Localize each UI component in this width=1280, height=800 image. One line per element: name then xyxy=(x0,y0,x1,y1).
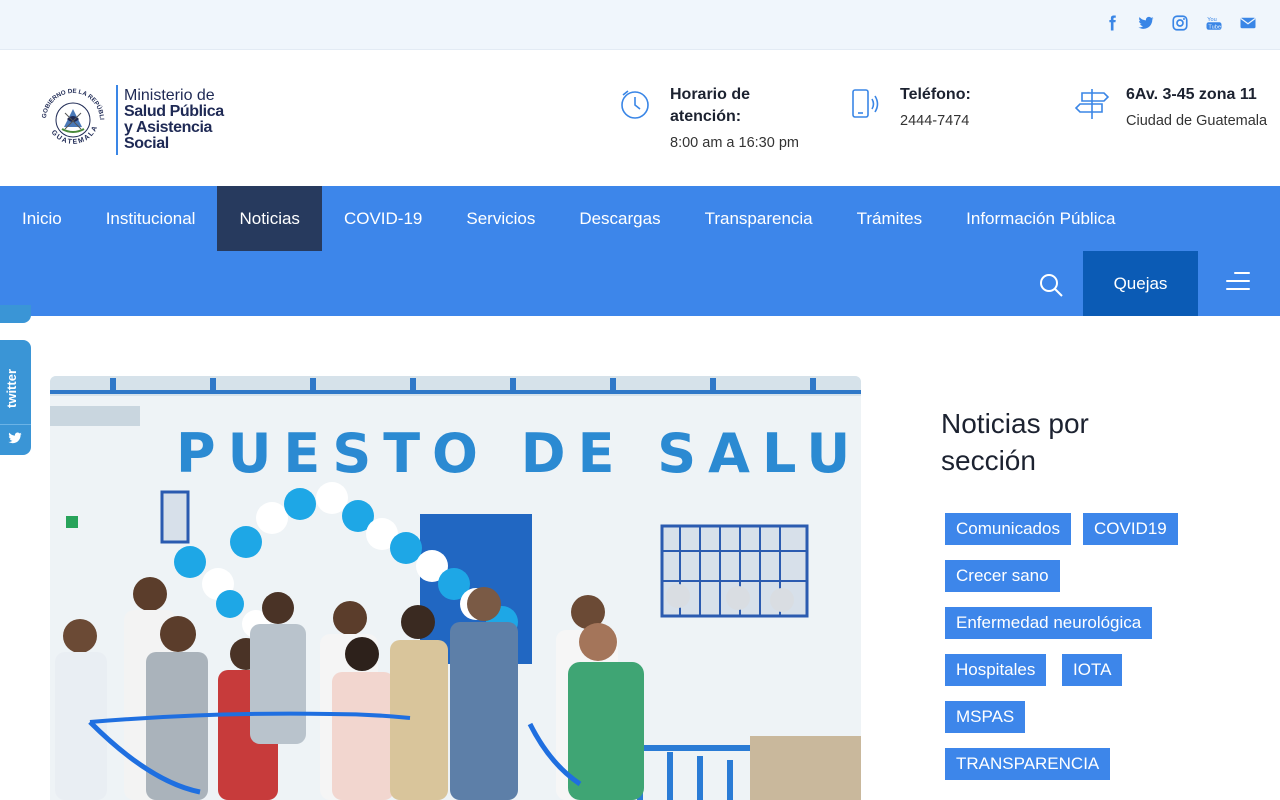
tag-iota[interactable]: IOTA xyxy=(1062,654,1123,686)
search-icon[interactable] xyxy=(1036,270,1066,300)
opening-hours: Horario de atención: 8:00 am a 16:30 pm xyxy=(618,84,799,154)
floating-widget-top[interactable] xyxy=(0,305,31,323)
twitter-bird-icon xyxy=(6,430,24,446)
main-navigation: Inicio Institucional Noticias COVID-19 S… xyxy=(0,186,1280,316)
logo-line-3: y Asistencia xyxy=(124,119,212,136)
hours-title: Horario de atención: xyxy=(670,86,751,125)
nav-tramites[interactable]: Trámites xyxy=(835,186,945,251)
nav-noticias[interactable]: Noticias xyxy=(217,186,322,251)
logo-line-1: Ministerio de xyxy=(124,87,215,104)
nav-institucional[interactable]: Institucional xyxy=(84,186,218,251)
tag-hospitales[interactable]: Hospitales xyxy=(945,654,1047,686)
hamburger-menu-icon[interactable] xyxy=(1226,272,1252,296)
nav-covid-19[interactable]: COVID-19 xyxy=(322,186,444,251)
logo-text: Ministerio de Salud Pública y Asistencia… xyxy=(124,88,224,152)
twitter-side-tab[interactable]: twitter xyxy=(0,340,31,455)
sidebar-title: Noticias por sección xyxy=(941,408,1089,476)
social-links: You Tube xyxy=(1102,12,1258,34)
guatemala-seal-icon: GOBIERNO DE LA REPÚBLICA GUATEMALA xyxy=(34,78,110,157)
address-city: Ciudad de Guatemala xyxy=(1126,113,1268,129)
nav-items: Inicio Institucional Noticias COVID-19 S… xyxy=(0,186,1137,251)
tag-comunicados[interactable]: Comunicados xyxy=(945,513,1071,545)
nav-transparencia[interactable]: Transparencia xyxy=(683,186,835,251)
logo-line-2: Salud Pública xyxy=(124,103,224,120)
tag-transparencia[interactable]: TRANSPARENCIA xyxy=(945,748,1111,780)
twitter-tab-divider xyxy=(0,424,31,425)
site-header: GOBIERNO DE LA REPÚBLICA GUATEMALA Minis… xyxy=(0,51,1280,186)
clock-icon xyxy=(618,86,654,122)
phone-value[interactable]: 2444-7474 xyxy=(900,110,971,132)
logo-divider xyxy=(116,85,118,155)
ministry-logo[interactable]: GOBIERNO DE LA REPÚBLICA GUATEMALA Minis… xyxy=(34,78,224,157)
address-title: 6Av. 3-45 zona 11 xyxy=(1126,86,1257,103)
nav-informacion-publica[interactable]: Información Pública xyxy=(944,186,1137,251)
facebook-icon[interactable] xyxy=(1102,12,1122,34)
phone-icon xyxy=(848,86,884,122)
top-social-bar: You Tube xyxy=(0,0,1280,50)
twitter-tab-label: twitter xyxy=(4,369,19,408)
svg-text:You: You xyxy=(1207,17,1216,23)
nav-descargas[interactable]: Descargas xyxy=(557,186,682,251)
nav-servicios[interactable]: Servicios xyxy=(444,186,557,251)
phone-info: Teléfono: 2444-7474 xyxy=(848,84,971,132)
address-info: 6Av. 3-45 zona 11 Ciudad de Guatemala xyxy=(1074,84,1267,132)
nav-inicio[interactable]: Inicio xyxy=(0,186,84,251)
photo-sign-text: PUESTO DE SALUD xyxy=(176,422,861,485)
tag-crecer-sano[interactable]: Crecer sano xyxy=(945,560,1060,592)
youtube-icon[interactable]: You Tube xyxy=(1204,12,1224,34)
quejas-button[interactable]: Quejas xyxy=(1083,251,1198,316)
phone-title: Teléfono: xyxy=(900,86,971,103)
twitter-icon[interactable] xyxy=(1136,12,1156,34)
signpost-icon xyxy=(1074,86,1110,122)
instagram-icon[interactable] xyxy=(1170,12,1190,34)
hours-value: 8:00 am a 16:30 pm xyxy=(670,135,799,151)
tag-covid19[interactable]: COVID19 xyxy=(1083,513,1178,545)
news-featured-photo[interactable]: PUESTO DE SALUD xyxy=(50,376,861,800)
tag-mspas[interactable]: MSPAS xyxy=(945,701,1026,733)
tag-enfermedad-neurologica[interactable]: Enfermedad neurológica xyxy=(945,607,1153,639)
svg-text:Tube: Tube xyxy=(1208,24,1221,30)
logo-line-4: Social xyxy=(124,135,169,152)
email-icon[interactable] xyxy=(1238,12,1258,34)
